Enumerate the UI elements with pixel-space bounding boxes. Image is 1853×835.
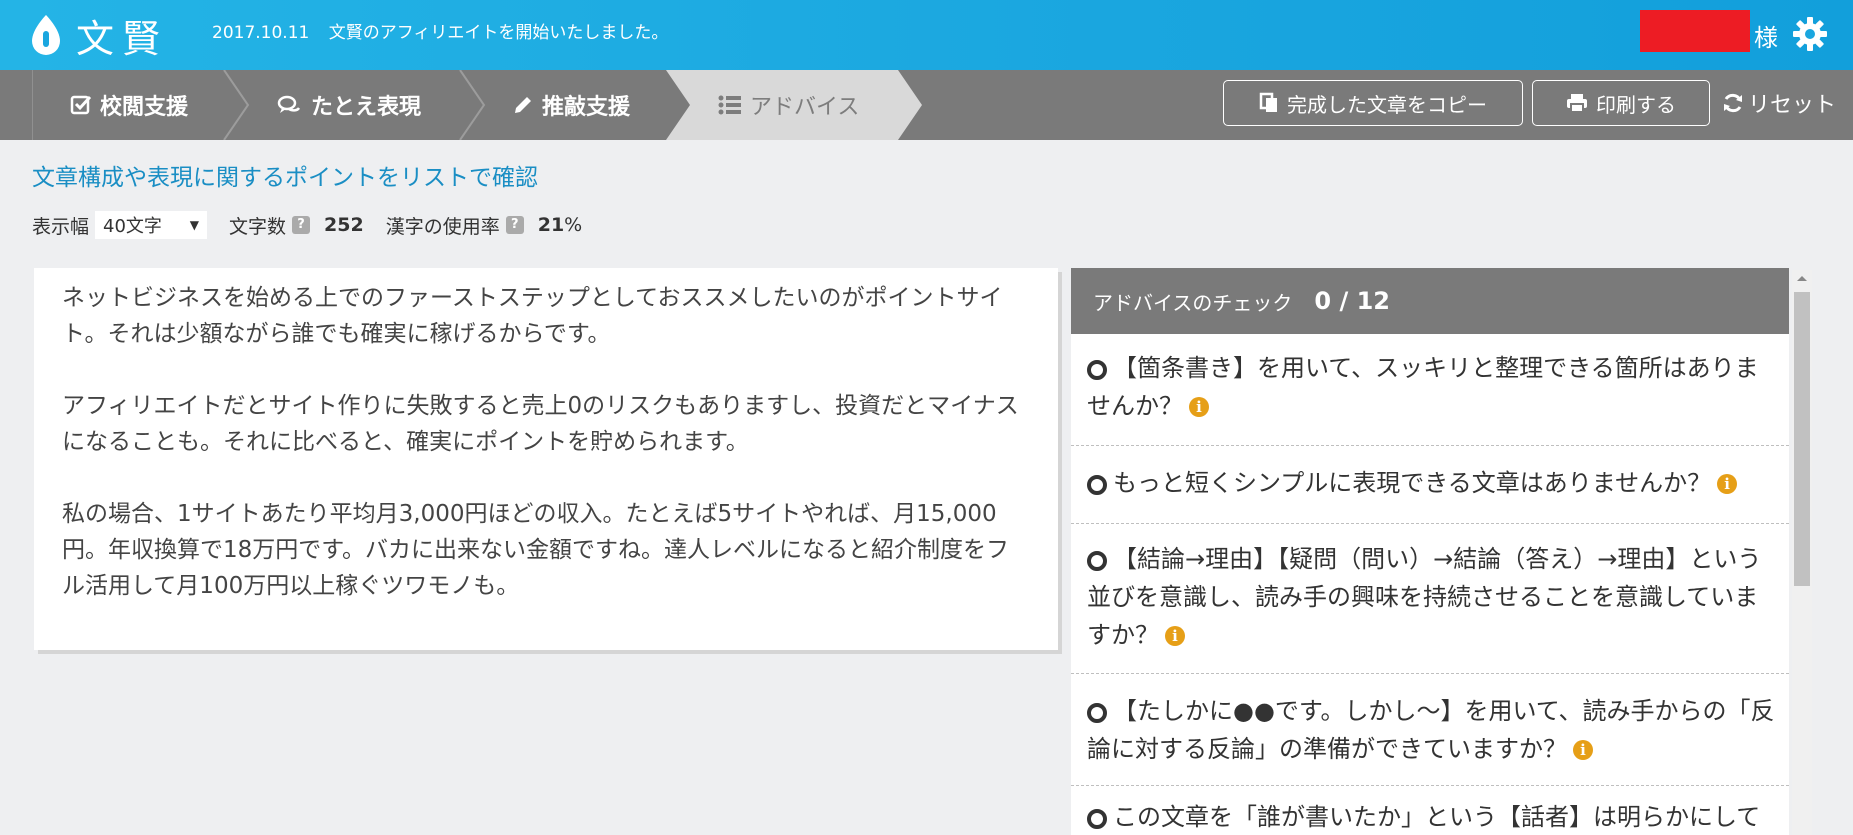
kanji-rate-unit: % <box>564 214 583 236</box>
char-count-value: 252 <box>324 214 364 236</box>
kanji-rate-label: 漢字の使用率 <box>385 215 500 238</box>
info-icon[interactable]: i <box>1717 474 1738 494</box>
advice-title: アドバイスのチェック <box>1093 290 1293 315</box>
unchecked-circle-icon[interactable] <box>1087 475 1107 495</box>
tab-proofreading-label: 校閲支援 <box>100 95 189 120</box>
advice-item[interactable]: 【箇条書き】を用いて、スッキリと整理できる箇所はありませんか？ i <box>1071 334 1789 446</box>
advice-item[interactable]: この文章を「誰が書いたか」という【話者】は明らかにして <box>1071 786 1789 835</box>
advice-item-text: 【箇条書き】を用いて、スッキリと整理できる箇所はありませんか？ i <box>1087 349 1777 425</box>
news-banner[interactable]: 2017.10.11 文賢のアフィリエイトを開始いたしました。 <box>212 18 668 43</box>
copy-text-label: 完成した文章をコピー <box>1287 92 1487 117</box>
user-name-redacted <box>1640 10 1750 52</box>
char-count-label: 文字数 <box>229 215 287 238</box>
display-width-select[interactable]: 40文字 ▼ <box>95 211 208 239</box>
unchecked-circle-icon[interactable] <box>1087 551 1107 571</box>
news-text: 文賢のアフィリエイトを開始いたしました。 <box>328 23 669 43</box>
tab-proofreading[interactable]: 校閲支援 <box>70 70 188 140</box>
advice-item-text: 【結論→理由】【疑問（問い）→結論（答え）→理由】という並びを意識し、読み手の興… <box>1087 540 1777 654</box>
help-icon[interactable]: ? <box>292 216 311 234</box>
scrollbar-thumb[interactable] <box>1794 292 1810 586</box>
advice-item-label: この文章を「誰が書いたか」という【話者】は明らかにして <box>1113 803 1761 831</box>
printer-icon <box>1567 94 1587 113</box>
display-width-label: 表示幅 <box>32 215 90 238</box>
unchecked-circle-icon[interactable] <box>1087 360 1107 380</box>
user-honorific: 様 <box>1754 24 1778 52</box>
tab-revision[interactable]: 推敲支援 <box>512 70 630 140</box>
tab-advice-label: アドバイス <box>750 95 860 120</box>
editor-paragraph: ネットビジネスを始める上でのファーストステップとしておススメしたいのがポイントサ… <box>62 285 1003 347</box>
print-button[interactable]: 印刷する <box>1532 80 1710 126</box>
refresh-icon <box>1724 93 1742 113</box>
tab-advice[interactable]: アドバイス <box>718 70 859 140</box>
help-icon[interactable]: ? <box>505 216 524 234</box>
page-subtitle: 文章構成や表現に関するポイントをリストで確認 <box>32 165 538 191</box>
kanji-rate-value: 21 <box>537 214 565 236</box>
tab-metaphor[interactable]: たとえ表現 <box>277 70 421 140</box>
advice-item-text: もっと短くシンプルに表現できる文章はありませんか？ i <box>1087 464 1777 502</box>
toolbar-lead <box>0 70 33 140</box>
advice-item-label: 【結論→理由】【疑問（問い）→結論（答え）→理由】という並びを意識し、読み手の興… <box>1087 545 1762 649</box>
advice-panel: アドバイスのチェック 0 / 12 【箇条書き】を用いて、スッキリと整理できる箇… <box>1071 268 1789 835</box>
advice-item[interactable]: 【たしかに●●です。しかし～】を用いて、読み手からの「反論に対する反論」の準備が… <box>1071 674 1789 786</box>
reset-label: リセット <box>1748 93 1837 118</box>
list-icon <box>718 95 741 115</box>
news-date: 2017.10.11 <box>212 23 310 43</box>
info-icon[interactable]: i <box>1165 626 1185 646</box>
text-stats-bar: 表示幅 40文字 ▼ 文字数 ? 252 漢字の使用率 ? 21 % <box>32 210 582 240</box>
advice-item-text: この文章を「誰が書いたか」という【話者】は明らかにして <box>1087 798 1777 835</box>
advice-item-text: 【たしかに●●です。しかし～】を用いて、読み手からの「反論に対する反論」の準備が… <box>1087 692 1777 768</box>
gear-icon[interactable] <box>1792 16 1828 52</box>
editor-paragraph: 私の場合、1サイトあたり平均月3,000円ほどの収入。たとえば5サイトやれば、月… <box>62 501 1009 599</box>
print-label: 印刷する <box>1596 92 1676 117</box>
caret-down-icon: ▼ <box>189 218 200 232</box>
advice-item[interactable]: もっと短くシンプルに表現できる文章はありませんか？ i <box>1071 446 1789 524</box>
advice-header: アドバイスのチェック 0 / 12 <box>1071 268 1789 334</box>
scroll-up-arrow-icon[interactable] <box>1792 270 1812 286</box>
advice-item-label: 【たしかに●●です。しかし～】を用いて、読み手からの「反論に対する反論」の準備が… <box>1087 697 1775 763</box>
step-separator <box>459 70 486 140</box>
display-width-value: 40文字 <box>103 216 162 237</box>
advice-count: 0 / 12 <box>1314 287 1390 315</box>
tab-revision-label: 推敲支援 <box>542 95 631 120</box>
logo-text: 文賢 <box>76 16 169 61</box>
text-editor[interactable]: ネットビジネスを始める上でのファーストステップとしておススメしたいのがポイントサ… <box>34 268 1058 650</box>
advice-item-label: もっと短くシンプルに表現できる文章はありませんか？ <box>1113 469 1712 497</box>
logo-drop-icon <box>32 15 60 55</box>
editor-paragraph: アフィリエイトだとサイト作りに失敗すると売上0のリスクもありますし、投資だとマイ… <box>62 393 1019 455</box>
info-icon[interactable]: i <box>1573 740 1593 760</box>
advice-item-label: 【箇条書き】を用いて、スッキリと整理できる箇所はありませんか？ <box>1087 354 1759 420</box>
advice-item[interactable]: 【結論→理由】【疑問（問い）→結論（答え）→理由】という並びを意識し、読み手の興… <box>1071 524 1789 674</box>
copy-icon <box>1259 92 1277 112</box>
pencil-icon <box>515 97 531 113</box>
unchecked-circle-icon[interactable] <box>1087 809 1107 829</box>
unchecked-circle-icon[interactable] <box>1087 703 1107 723</box>
logo[interactable]: 文賢 <box>30 12 168 61</box>
speech-bubbles-icon <box>277 95 301 113</box>
copy-text-button[interactable]: 完成した文章をコピー <box>1223 80 1523 126</box>
app-header: 文賢 2017.10.11 文賢のアフィリエイトを開始いたしました。 様 <box>0 0 1853 70</box>
check-square-icon <box>70 95 92 115</box>
info-icon[interactable]: i <box>1189 397 1209 417</box>
reset-button[interactable]: リセット <box>1722 80 1836 126</box>
step-separator <box>223 70 250 140</box>
tab-metaphor-label: たとえ表現 <box>311 95 422 120</box>
